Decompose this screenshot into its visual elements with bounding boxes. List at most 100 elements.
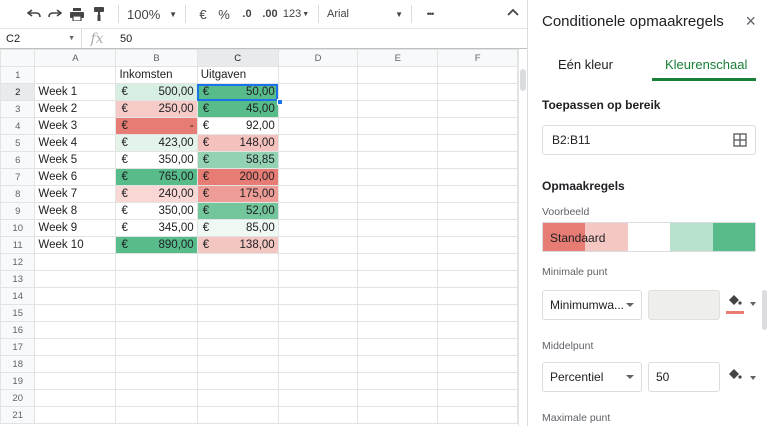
cell-a18[interactable] [34, 355, 117, 373]
close-icon[interactable]: × [745, 12, 756, 30]
cell-f20[interactable] [437, 389, 518, 407]
cell-b8[interactable]: €240,00 [115, 185, 198, 203]
cell-a13[interactable] [34, 270, 117, 288]
cell-a1[interactable] [34, 66, 117, 84]
column-header-a[interactable]: A [34, 49, 117, 67]
cell-f12[interactable] [437, 253, 518, 271]
cell-d15[interactable] [277, 304, 359, 322]
mid-point-type-select[interactable]: Percentiel [542, 362, 642, 392]
cell-f3[interactable] [437, 100, 518, 118]
cell-c5[interactable]: €148,00 [196, 134, 279, 152]
tab-color-scale[interactable]: Kleurenschaal [665, 57, 747, 72]
cell-b21[interactable] [115, 406, 198, 424]
cell-f21[interactable] [437, 406, 518, 424]
cell-a10[interactable]: Week 9 [34, 219, 117, 237]
cell-d19[interactable] [277, 372, 359, 390]
cell-b19[interactable] [115, 372, 198, 390]
cell-d17[interactable] [277, 338, 359, 356]
cell-f17[interactable] [437, 338, 518, 356]
row-header[interactable]: 3 [0, 100, 36, 118]
cell-a5[interactable]: Week 4 [34, 134, 117, 152]
cell-e19[interactable] [357, 372, 439, 390]
row-header[interactable]: 2 [0, 83, 36, 101]
min-point-color-button[interactable] [726, 294, 756, 314]
row-header[interactable]: 5 [0, 134, 36, 152]
print-icon[interactable] [66, 3, 88, 25]
zoom-select[interactable]: 100% ▼ [127, 3, 177, 25]
cell-b15[interactable] [115, 304, 198, 322]
decrease-decimals-button[interactable]: .0 [236, 3, 258, 25]
cell-c3[interactable]: €45,00 [196, 100, 279, 118]
row-header[interactable]: 14 [0, 287, 36, 305]
cell-e6[interactable] [357, 151, 439, 169]
cell-c8[interactable]: €175,00 [196, 185, 279, 203]
row-header[interactable]: 11 [0, 236, 36, 254]
cell-a3[interactable]: Week 2 [34, 100, 117, 118]
cell-a16[interactable] [34, 321, 117, 339]
cell-d11[interactable] [277, 236, 359, 254]
row-header[interactable]: 15 [0, 304, 36, 322]
cell-c10[interactable]: €85,00 [196, 219, 279, 237]
row-header[interactable]: 21 [0, 406, 36, 424]
cell-a15[interactable] [34, 304, 117, 322]
cell-b4[interactable]: € - [115, 117, 198, 135]
row-header[interactable]: 9 [0, 202, 36, 220]
cell-c2[interactable]: €50,00 [196, 83, 279, 101]
min-point-value-input[interactable] [648, 290, 720, 320]
cell-f8[interactable] [437, 185, 518, 203]
mid-point-value-input[interactable]: 50 [648, 362, 720, 392]
cell-b12[interactable] [115, 253, 198, 271]
cell-c7[interactable]: €200,00 [196, 168, 279, 186]
column-header-b[interactable]: B [115, 49, 198, 67]
cell-e16[interactable] [357, 321, 439, 339]
cell-f16[interactable] [437, 321, 518, 339]
row-header[interactable]: 19 [0, 372, 36, 390]
cell-d18[interactable] [277, 355, 359, 373]
scrollbar-thumb[interactable] [520, 69, 526, 91]
cell-d20[interactable] [277, 389, 359, 407]
cell-a19[interactable] [34, 372, 117, 390]
cell-d2[interactable] [277, 83, 359, 101]
cell-b3[interactable]: €250,00 [115, 100, 198, 118]
row-header[interactable]: 7 [0, 168, 36, 186]
currency-format-button[interactable]: € [194, 3, 212, 25]
name-box[interactable]: C2 ▼ [0, 29, 82, 48]
cell-f9[interactable] [437, 202, 518, 220]
cell-c12[interactable] [196, 253, 279, 271]
cell-a14[interactable] [34, 287, 117, 305]
cell-e3[interactable] [357, 100, 439, 118]
cell-c18[interactable] [196, 355, 279, 373]
undo-icon[interactable] [24, 3, 44, 25]
cell-f5[interactable] [437, 134, 518, 152]
row-header[interactable]: 8 [0, 185, 36, 203]
column-header-e[interactable]: E [357, 49, 439, 67]
cell-e9[interactable] [357, 202, 439, 220]
selection-fill-handle[interactable] [277, 99, 283, 105]
cell-f18[interactable] [437, 355, 518, 373]
row-header[interactable]: 18 [0, 355, 36, 373]
cell-c16[interactable] [196, 321, 279, 339]
cell-b17[interactable] [115, 338, 198, 356]
row-header[interactable]: 20 [0, 389, 36, 407]
vertical-scrollbar[interactable] [518, 49, 527, 426]
cell-e21[interactable] [357, 406, 439, 424]
cell-e11[interactable] [357, 236, 439, 254]
range-input[interactable]: B2:B11 [542, 125, 756, 155]
paint-format-icon[interactable] [88, 3, 110, 25]
cell-b9[interactable]: €350,00 [115, 202, 198, 220]
cell-b5[interactable]: €423,00 [115, 134, 198, 152]
cell-f2[interactable] [437, 83, 518, 101]
column-header-c[interactable]: C [196, 49, 279, 67]
cell-e14[interactable] [357, 287, 439, 305]
cell-d3[interactable] [277, 100, 359, 118]
cell-c17[interactable] [196, 338, 279, 356]
cell-a12[interactable] [34, 253, 117, 271]
cell-a20[interactable] [34, 389, 117, 407]
cell-e20[interactable] [357, 389, 439, 407]
cell-b13[interactable] [115, 270, 198, 288]
cell-c14[interactable] [196, 287, 279, 305]
cell-f6[interactable] [437, 151, 518, 169]
select-all-corner[interactable] [0, 49, 36, 67]
cell-c1[interactable]: Uitgaven [196, 66, 279, 84]
redo-icon[interactable] [44, 3, 66, 25]
